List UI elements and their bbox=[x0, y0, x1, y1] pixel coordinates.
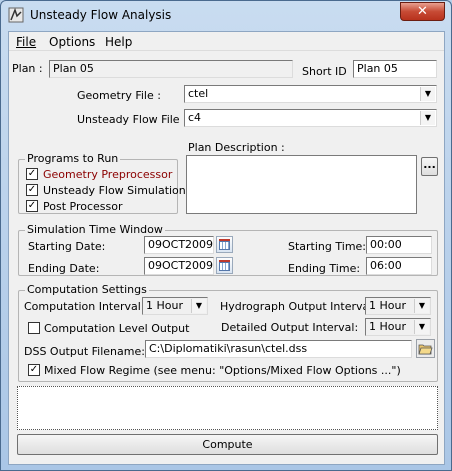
computation-level-label: Computation Level Output bbox=[44, 322, 190, 335]
computation-settings-title: Computation Settings bbox=[25, 283, 149, 296]
detailed-interval-select[interactable]: 1 Hour ▼ bbox=[365, 318, 431, 336]
ending-date-label: Ending Date: bbox=[28, 262, 100, 275]
menu-options-label: Options bbox=[49, 35, 96, 49]
mixed-flow-label: Mixed Flow Regime (see menu: "Options/Mi… bbox=[44, 364, 401, 377]
geometry-preprocessor-checkbox[interactable]: ✓ bbox=[26, 168, 38, 180]
mixed-flow-checkbox[interactable]: ✓ bbox=[28, 364, 40, 376]
chevron-down-icon[interactable]: ▼ bbox=[191, 299, 206, 313]
calendar-icon[interactable] bbox=[216, 257, 233, 274]
plan-label: Plan : bbox=[12, 62, 43, 75]
dss-filename-label: DSS Output Filename: bbox=[24, 345, 145, 358]
menu-file-label: File bbox=[16, 35, 37, 49]
detailed-interval-value: 1 Hour bbox=[369, 320, 406, 333]
post-processor-label: Post Processor bbox=[43, 200, 123, 213]
programs-group-title: Programs to Run bbox=[25, 152, 121, 165]
unsteady-simulation-checkbox[interactable]: ✓ bbox=[26, 184, 38, 196]
post-processor-checkbox[interactable]: ✓ bbox=[26, 200, 38, 212]
window-title: Unsteady Flow Analysis bbox=[30, 8, 172, 22]
menu-options[interactable]: Options bbox=[49, 35, 95, 49]
geometry-file-label: Geometry File : bbox=[77, 89, 161, 102]
folder-open-icon[interactable] bbox=[416, 339, 435, 358]
unsteady-file-select[interactable]: c4 ▼ bbox=[184, 109, 437, 127]
starting-date-label: Starting Date: bbox=[28, 240, 106, 253]
ending-date-field[interactable]: 09OCT2009 bbox=[144, 257, 214, 275]
short-id-label: Short ID bbox=[302, 65, 347, 78]
description-ellipsis-button[interactable]: ... bbox=[421, 157, 438, 176]
chevron-down-icon[interactable]: ▼ bbox=[414, 320, 429, 334]
client-area: File Options Help Plan : Plan 05 Short I… bbox=[8, 31, 445, 465]
geometry-preprocessor-label: Geometry Preprocessor bbox=[43, 168, 173, 181]
menu-bar: File Options Help bbox=[9, 32, 444, 51]
chevron-down-icon[interactable]: ▼ bbox=[420, 87, 435, 101]
computation-interval-label: Computation Interval: bbox=[24, 300, 145, 313]
short-id-field[interactable]: Plan 05 bbox=[353, 60, 437, 78]
computation-interval-value: 1 Hour bbox=[146, 299, 183, 312]
plan-description-textarea[interactable] bbox=[186, 155, 417, 214]
starting-time-field[interactable]: 00:00 bbox=[366, 236, 432, 254]
computation-interval-select[interactable]: 1 Hour ▼ bbox=[142, 297, 208, 315]
close-button[interactable]: ✕ bbox=[400, 2, 445, 21]
unsteady-simulation-label: Unsteady Flow Simulation bbox=[43, 184, 186, 197]
simulation-window-title: Simulation Time Window bbox=[25, 223, 165, 236]
compute-button[interactable]: Compute bbox=[17, 434, 438, 455]
computation-level-checkbox[interactable] bbox=[28, 322, 40, 334]
app-icon bbox=[8, 7, 24, 23]
ending-time-field[interactable]: 06:00 bbox=[366, 257, 432, 275]
menu-file[interactable]: File bbox=[16, 35, 36, 49]
hydrograph-interval-label: Hydrograph Output Interval: bbox=[220, 300, 377, 313]
hydrograph-interval-value: 1 Hour bbox=[369, 299, 406, 312]
geometry-file-value: ctel bbox=[188, 87, 209, 100]
hydrograph-interval-select[interactable]: 1 Hour ▼ bbox=[365, 297, 431, 315]
plan-name-field[interactable]: Plan 05 bbox=[49, 60, 293, 78]
plan-description-label: Plan Description : bbox=[188, 141, 285, 154]
menu-help-label: Help bbox=[105, 35, 133, 49]
chevron-down-icon[interactable]: ▼ bbox=[414, 299, 429, 313]
detailed-interval-label: Detailed Output Interval: bbox=[221, 321, 359, 334]
starting-time-label: Starting Time: bbox=[288, 240, 367, 253]
computation-log-area[interactable] bbox=[17, 386, 438, 430]
calendar-icon[interactable] bbox=[216, 236, 233, 253]
dss-filename-field[interactable]: C:\Diplomatiki\rasun\ctel.dss bbox=[145, 340, 412, 358]
ending-time-label: Ending Time: bbox=[288, 262, 361, 275]
starting-date-field[interactable]: 09OCT2009 bbox=[144, 236, 214, 254]
unsteady-file-value: c4 bbox=[188, 111, 202, 124]
menu-help[interactable]: Help bbox=[105, 35, 132, 49]
unsteady-flow-window: Unsteady Flow Analysis ✕ File Options He… bbox=[0, 0, 452, 471]
title-bar[interactable]: Unsteady Flow Analysis ✕ bbox=[1, 1, 451, 31]
chevron-down-icon[interactable]: ▼ bbox=[420, 111, 435, 125]
geometry-file-select[interactable]: ctel ▼ bbox=[184, 85, 437, 103]
unsteady-file-label: Unsteady Flow File : bbox=[77, 113, 187, 126]
